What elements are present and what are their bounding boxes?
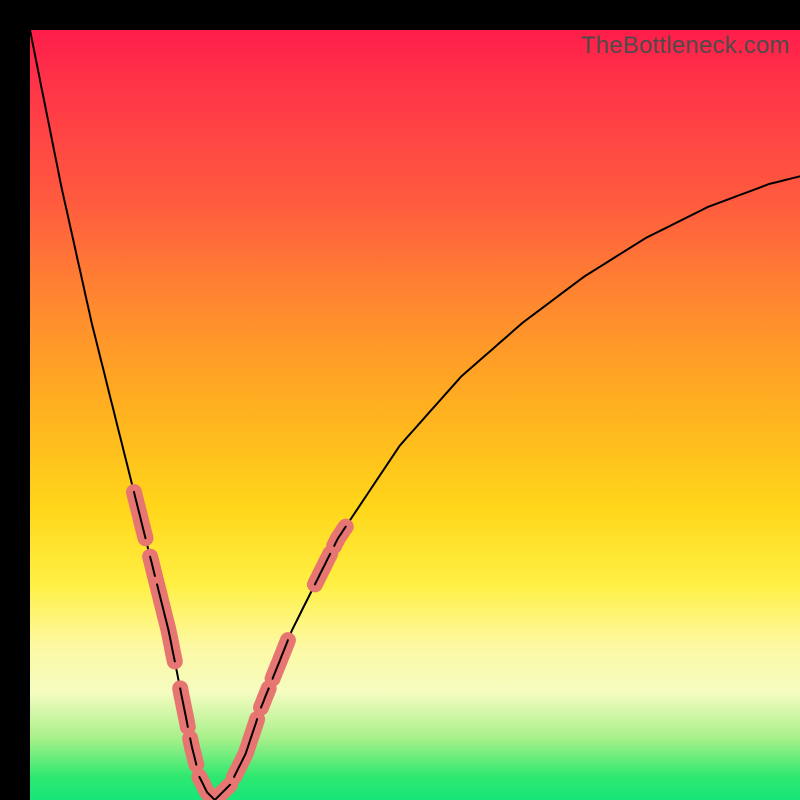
chart-frame: TheBottleneck.com: [0, 0, 800, 800]
marker-group: [134, 492, 346, 800]
plot-area: TheBottleneck.com: [30, 30, 800, 800]
watermark-text: TheBottleneck.com: [581, 32, 790, 60]
bottleneck-curve: [30, 30, 800, 800]
curve-layer: [30, 30, 800, 800]
